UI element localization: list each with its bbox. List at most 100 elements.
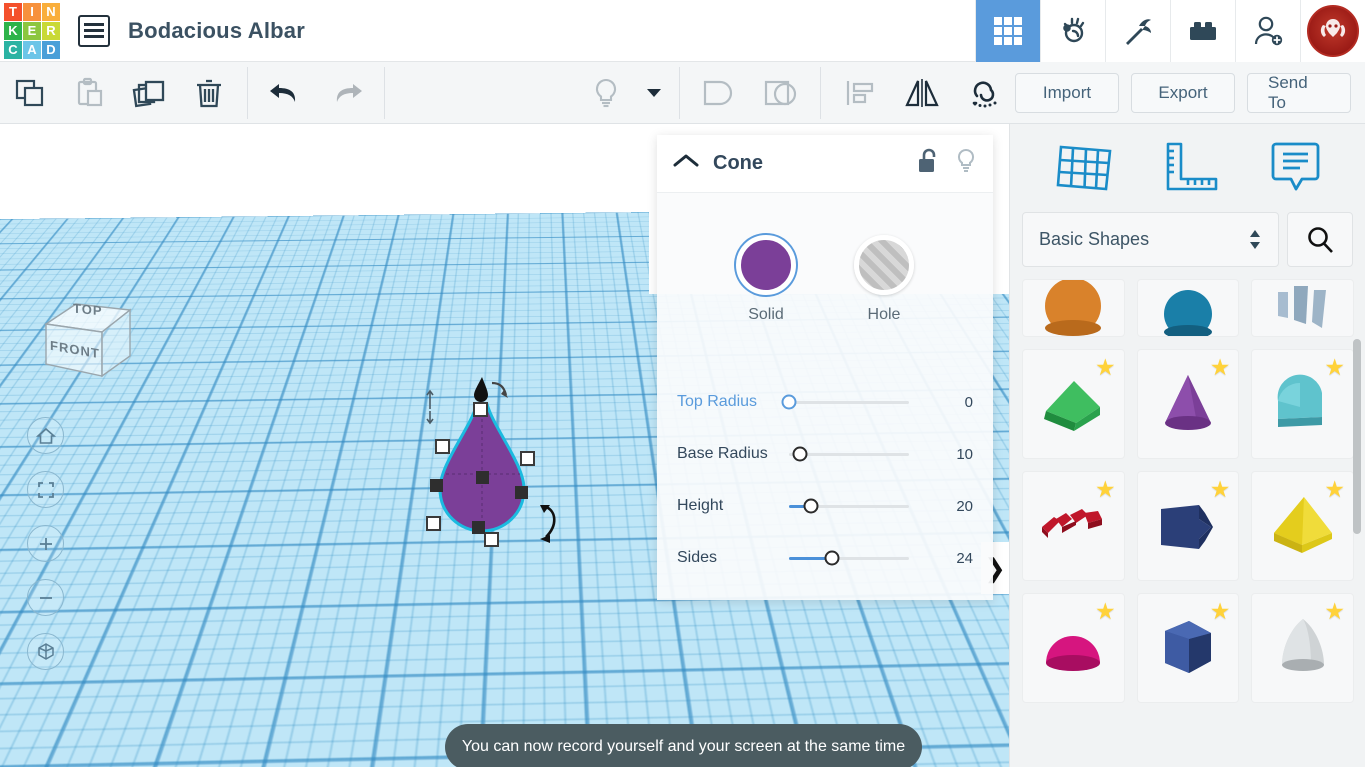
topnav-circuits[interactable] — [1040, 0, 1105, 62]
slider-value[interactable]: 10 — [927, 446, 973, 463]
top-nav — [975, 0, 1365, 62]
minus-icon — [39, 596, 52, 599]
shape-category-select[interactable]: Basic Shapes — [1022, 212, 1279, 267]
hole-swatch[interactable] — [854, 235, 914, 295]
zoom-in-button[interactable] — [27, 525, 64, 562]
tinkercad-logo[interactable]: T I N K E R C A D — [4, 2, 60, 59]
fill-options: Solid Hole — [657, 235, 993, 324]
slider-value[interactable]: 24 — [927, 550, 973, 567]
shapes-row: ★ ★ ★ — [1022, 349, 1355, 459]
shape-box-navy[interactable]: ★ — [1136, 471, 1240, 581]
slider-track[interactable] — [789, 550, 909, 566]
selected-shape-cone[interactable] — [420, 369, 590, 554]
ruler-tool[interactable] — [1163, 139, 1221, 198]
topnav-account[interactable] — [1300, 0, 1365, 62]
zoom-out-button[interactable] — [27, 579, 64, 616]
topnav-designs-grid[interactable] — [975, 0, 1040, 62]
home-view-button[interactable] — [27, 417, 64, 454]
topnav-blocks[interactable] — [1170, 0, 1235, 62]
slider-knob[interactable] — [792, 446, 808, 462]
shape-text-red[interactable]: ★ — [1022, 471, 1125, 581]
shapes-grid[interactable]: ★ ★ ★ ★ ★ ★ ★ ★ ★ — [1010, 279, 1365, 767]
edge-handle[interactable] — [430, 479, 443, 492]
solid-swatch[interactable] — [736, 235, 796, 295]
copy-button[interactable] — [0, 62, 60, 124]
slider-knob[interactable] — [803, 498, 819, 514]
topnav-invite[interactable] — [1235, 0, 1300, 62]
slider-value[interactable]: 20 — [927, 498, 973, 515]
rotate-handle-icon[interactable] — [530, 499, 568, 547]
shape-search-button[interactable] — [1287, 212, 1353, 267]
solid-option[interactable]: Solid — [736, 235, 796, 324]
inspector-light-button[interactable] — [955, 148, 977, 179]
height-handle-icon[interactable] — [468, 373, 518, 407]
slider-track[interactable] — [789, 446, 909, 462]
edge-handle[interactable] — [515, 486, 528, 499]
resize-handle[interactable] — [426, 516, 441, 531]
slider-value[interactable]: 0 — [927, 394, 973, 411]
snap-magnet-button[interactable] — [953, 62, 1015, 124]
ungroup-button[interactable] — [750, 62, 812, 124]
shapes-scrollbar[interactable] — [1353, 339, 1361, 534]
favorite-star-icon: ★ — [1324, 598, 1346, 624]
inspector-collapse-button[interactable] — [673, 153, 699, 174]
shape-sphere-orange[interactable] — [1022, 279, 1125, 337]
redo-button[interactable] — [316, 62, 376, 124]
group-button[interactable] — [688, 62, 750, 124]
resize-handle[interactable] — [484, 532, 499, 547]
dome-shape-icon — [1045, 280, 1102, 336]
light-button[interactable] — [575, 62, 637, 124]
slider-track[interactable] — [781, 394, 909, 410]
fit-view-button[interactable] — [27, 471, 64, 508]
favorite-star-icon: ★ — [1324, 476, 1346, 502]
lego-brick-icon — [1190, 21, 1216, 40]
undo-button[interactable] — [256, 62, 316, 124]
slider-label: Height — [677, 497, 724, 514]
topnav-minecraft[interactable] — [1105, 0, 1170, 62]
mirror-button[interactable] — [891, 62, 953, 124]
hole-option[interactable]: Hole — [854, 235, 914, 324]
import-button[interactable]: Import — [1015, 72, 1119, 113]
view-cube[interactable]: TOP FRONT — [28, 272, 148, 387]
shape-cone-purple[interactable]: ★ — [1136, 349, 1240, 459]
slider-knob[interactable] — [781, 394, 797, 410]
lock-toggle-button[interactable] — [917, 148, 939, 179]
align-button[interactable] — [829, 62, 891, 124]
logo-letter: T — [4, 2, 22, 21]
logo-letter: D — [42, 40, 60, 59]
shape-dome-magenta[interactable]: ★ — [1022, 593, 1125, 703]
export-button[interactable]: Export — [1131, 72, 1235, 113]
ortho-toggle-button[interactable] — [27, 633, 64, 670]
slider-track[interactable] — [789, 498, 909, 514]
light-dropdown-button[interactable] — [637, 62, 671, 124]
shape-pyramid-yellow[interactable]: ★ — [1251, 471, 1355, 581]
edge-handle[interactable] — [472, 521, 485, 534]
favorite-star-icon: ★ — [1095, 598, 1116, 624]
slider-knob[interactable] — [824, 550, 840, 566]
file-actions: Import Export Send To — [1015, 72, 1365, 113]
note-callout-icon — [1271, 142, 1320, 190]
paste-button[interactable] — [60, 62, 120, 124]
magnifier-icon — [1308, 226, 1333, 253]
resize-handle[interactable] — [520, 451, 535, 466]
shape-polygon-gray[interactable] — [1251, 279, 1355, 337]
note-tool[interactable] — [1269, 138, 1323, 199]
duplicate-button[interactable] — [120, 62, 180, 124]
center-handle[interactable] — [476, 471, 489, 484]
resize-handle[interactable] — [435, 439, 450, 454]
workplane-tool[interactable] — [1052, 139, 1116, 198]
list-menu-icon[interactable] — [78, 14, 110, 47]
edit-toolbar: Import Export Send To — [0, 62, 1365, 124]
delete-button[interactable] — [180, 62, 240, 124]
shape-sphere-teal[interactable] — [1136, 279, 1240, 337]
logo-letter: K — [4, 21, 22, 40]
shape-halfcylinder-teal[interactable]: ★ — [1251, 349, 1355, 459]
shape-paraboloid-gray[interactable]: ★ — [1251, 593, 1355, 703]
shape-hexprism-navy[interactable]: ★ — [1136, 593, 1240, 703]
magnet-icon — [972, 80, 997, 107]
slider-top-radius: Top Radius 0 — [677, 376, 973, 428]
send-to-button[interactable]: Send To — [1247, 72, 1351, 113]
dome-shape-icon — [1164, 290, 1212, 336]
shape-roof-green[interactable]: ★ — [1022, 349, 1125, 459]
home-icon — [35, 427, 56, 444]
